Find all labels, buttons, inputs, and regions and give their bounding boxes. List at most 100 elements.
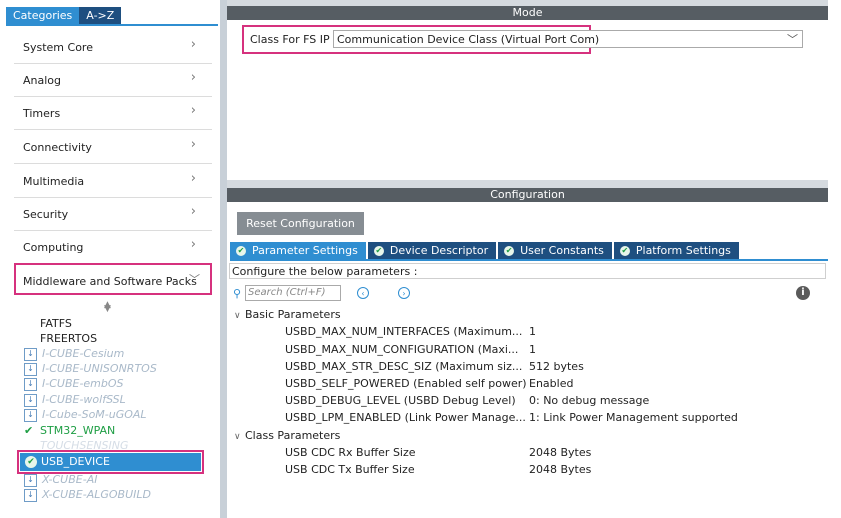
chevron-right-icon: › (190, 204, 196, 219)
category-label: Middleware and Software Packs (23, 275, 197, 288)
pack-label: I-Cube-SoM-uGOAL (42, 408, 147, 421)
pack-label: STM32_WPAN (40, 424, 116, 437)
categories-panel: Categories A->Z System Core › Analog › T… (0, 0, 220, 518)
category-label: Multimedia (23, 175, 85, 188)
param-value[interactable]: Enabled (529, 377, 573, 390)
download-icon: ↓ (24, 488, 37, 502)
pack-item[interactable]: ✔ STM32_WPAN (24, 423, 115, 438)
tab-label: Parameter Settings (252, 244, 358, 257)
chevron-right-icon: › (190, 37, 196, 52)
tab-underline (230, 259, 828, 261)
pack-label: X-CUBE-ALGOBUILD (42, 488, 151, 501)
pack-label: I-CUBE-Cesium (42, 347, 125, 360)
pack-item[interactable]: ↓ X-CUBE-ALGOBUILD (24, 487, 151, 502)
tab-platform-settings[interactable]: ✔ Platform Settings (613, 242, 739, 259)
search-next-icon[interactable]: › (398, 287, 410, 299)
pack-item[interactable]: ↓ I-CUBE-wolfSSL (24, 392, 126, 407)
param-value[interactable]: 2048 Bytes (529, 463, 591, 476)
param-name: USB CDC Rx Buffer Size (285, 446, 416, 459)
search-input[interactable]: Search (Ctrl+F) (245, 285, 341, 301)
download-icon: ↓ (24, 347, 37, 361)
chevron-right-icon: › (190, 70, 196, 85)
param-name: USB CDC Tx Buffer Size (285, 463, 415, 476)
check-circle-icon: ✔ (504, 246, 515, 256)
category-security[interactable]: Security › (14, 198, 212, 231)
param-value[interactable]: 1 (529, 343, 536, 356)
tab-device-descriptor[interactable]: ✔ Device Descriptor (367, 242, 497, 259)
param-value[interactable]: 1 (529, 325, 536, 338)
pack-item[interactable]: ↓ X-CUBE-AI (24, 472, 97, 487)
chevron-down-icon: ﹀ (189, 273, 200, 286)
param-value[interactable]: 512 bytes (529, 360, 584, 373)
group-label: Class Parameters (245, 429, 341, 442)
category-connectivity[interactable]: Connectivity › (14, 131, 212, 164)
category-view-tabs: Categories A->Z (6, 7, 122, 24)
configure-text: Configure the below parameters : (232, 265, 418, 278)
chevron-right-icon: › (190, 171, 196, 186)
search-icon: ⚲ (233, 287, 242, 300)
check-circle-icon: ✔ (373, 246, 384, 256)
class-for-fs-ip-select[interactable]: Communication Device Class (Virtual Port… (333, 30, 803, 48)
param-name: USBD_DEBUG_LEVEL (USBD Debug Level) (285, 394, 516, 407)
pack-item[interactable]: ↓ I-CUBE-embOS (24, 376, 124, 391)
chevron-down-icon: ﹀ (787, 33, 798, 46)
param-name: USBD_MAX_NUM_INTERFACES (Maximum... (285, 325, 523, 338)
category-label: Analog (23, 74, 62, 87)
pack-item[interactable]: FREERTOS (40, 331, 97, 346)
pack-label: I-CUBE-wolfSSL (42, 393, 126, 406)
pack-item-usb-device[interactable]: ✔ USB_DEVICE (20, 453, 201, 471)
tab-underline (6, 24, 218, 26)
category-analog[interactable]: Analog › (14, 64, 212, 97)
param-value[interactable]: 2048 Bytes (529, 446, 591, 459)
chevron-right-icon: › (190, 237, 196, 252)
param-name: USBD_MAX_STR_DESC_SIZ (Maximum siz... (285, 360, 523, 373)
chevron-down-icon: ∨ (234, 432, 241, 442)
tab-label: User Constants (520, 244, 604, 257)
reset-configuration-button[interactable]: Reset Configuration (237, 212, 364, 235)
category-computing[interactable]: Computing › (14, 231, 212, 264)
pack-item[interactable]: ↓ I-Cube-SoM-uGOAL (24, 407, 147, 422)
tab-parameter-settings[interactable]: ✔ Parameter Settings (230, 242, 366, 259)
param-value[interactable]: 0: No debug message (529, 394, 649, 407)
param-name: USBD_MAX_NUM_CONFIGURATION (Maxi... (285, 343, 519, 356)
category-label: Timers (23, 107, 61, 120)
tab-categories[interactable]: Categories (6, 7, 80, 24)
download-icon: ↓ (24, 473, 37, 487)
category-system-core[interactable]: System Core › (14, 31, 212, 64)
download-icon: ↓ (24, 393, 37, 407)
tab-label: Platform Settings (635, 244, 731, 257)
check-circle-icon: ✔ (236, 246, 246, 256)
download-icon: ↓ (24, 377, 37, 391)
download-icon: ↓ (24, 362, 37, 376)
category-middleware-and-software-packs[interactable]: Middleware and Software Packs ﹀ (14, 263, 212, 295)
panel-splitter[interactable] (220, 0, 227, 518)
pack-item[interactable]: ↓ I-CUBE-Cesium (24, 346, 124, 361)
category-multimedia[interactable]: Multimedia › (14, 165, 212, 198)
category-timers[interactable]: Timers › (14, 97, 212, 130)
configuration-tabs: ✔ Parameter Settings ✔ Device Descriptor ✔… (230, 242, 741, 259)
class-for-fs-ip-label: Class For FS IP (250, 33, 330, 46)
tab-a-z[interactable]: A->Z (79, 7, 122, 24)
sort-icon[interactable]: ▲ ▼ (104, 300, 111, 320)
mode-header: Mode (227, 6, 828, 20)
pack-label: USB_DEVICE (41, 455, 110, 468)
group-basic-parameters[interactable]: ∨ Basic Parameters (234, 308, 341, 321)
pack-item[interactable]: FATFS (40, 316, 72, 331)
configure-instructions: Configure the below parameters : (229, 263, 826, 279)
check-circle-icon: ✔ (25, 456, 37, 468)
param-name: USBD_LPM_ENABLED (Link Power Manage... (285, 411, 526, 424)
pack-label: I-CUBE-UNISONRTOS (42, 362, 157, 375)
param-name: USBD_SELF_POWERED (Enabled self power) (285, 377, 527, 390)
search-previous-icon[interactable]: ‹ (357, 287, 369, 299)
configuration-header: Configuration (227, 188, 828, 202)
tab-user-constants[interactable]: ✔ User Constants (498, 242, 612, 259)
checkmark-icon: ✔ (24, 424, 34, 437)
group-class-parameters[interactable]: ∨ Class Parameters (234, 429, 340, 442)
chevron-down-icon: ∨ (234, 311, 241, 321)
category-label: Computing (23, 241, 84, 254)
separator[interactable] (227, 180, 828, 188)
param-value[interactable]: 1: Link Power Management supported (529, 411, 738, 424)
info-icon[interactable]: i (796, 286, 810, 300)
chevron-right-icon: › (190, 103, 196, 118)
pack-item[interactable]: ↓ I-CUBE-UNISONRTOS (24, 361, 157, 376)
